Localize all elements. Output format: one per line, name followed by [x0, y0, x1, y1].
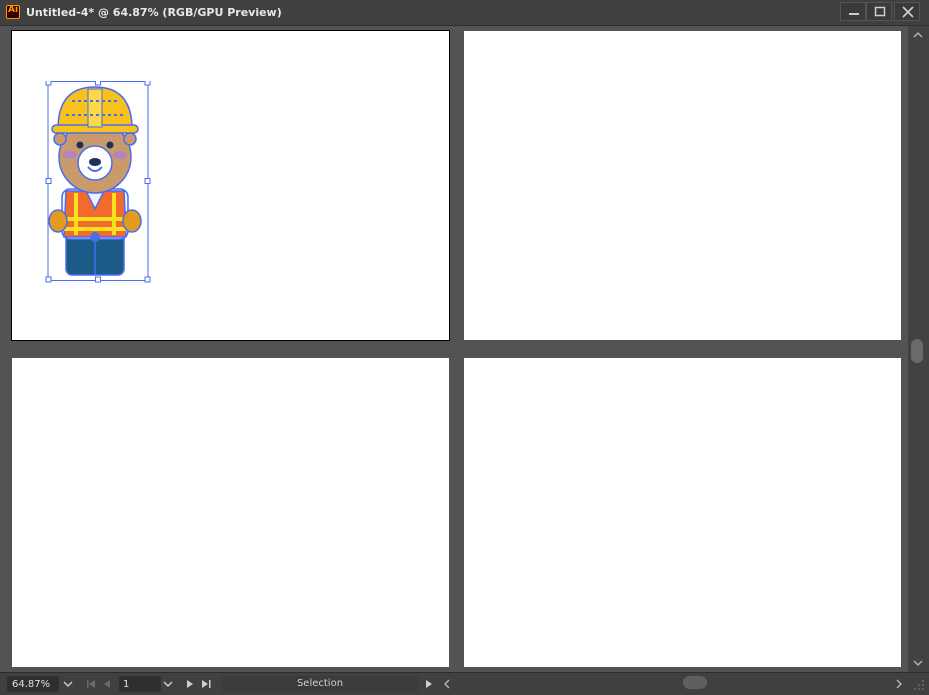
vertical-scrollbar[interactable] — [908, 26, 929, 672]
previous-artboard-icon[interactable] — [101, 677, 113, 691]
close-icon — [902, 6, 914, 18]
artboard-3[interactable] — [12, 358, 449, 667]
artboard-number-field[interactable]: 1 — [119, 676, 161, 692]
zoom-level-field[interactable]: 64.87% — [7, 676, 59, 692]
next-artboard-icon[interactable] — [184, 677, 196, 691]
title-bar[interactable]: Ai Untitled-4* @ 64.87% (RGB/GPU Preview… — [0, 0, 929, 26]
vertical-scroll-thumb[interactable] — [911, 339, 923, 363]
status-menu-arrow-icon[interactable] — [423, 677, 435, 691]
maximize-button[interactable] — [866, 2, 892, 21]
artboard-2[interactable] — [464, 31, 901, 340]
scroll-right-icon[interactable] — [894, 678, 904, 690]
scroll-left-icon[interactable] — [442, 678, 452, 690]
minimize-icon — [849, 13, 859, 15]
illustrator-document-window: Ai Untitled-4* @ 64.87% (RGB/GPU Preview… — [0, 0, 929, 695]
current-tool-status[interactable]: Selection — [222, 676, 418, 692]
horizontal-scroll-thumb[interactable] — [683, 676, 707, 689]
construction-worker-illustration[interactable] — [44, 81, 184, 291]
first-artboard-icon[interactable] — [85, 677, 97, 691]
artboard-4[interactable] — [464, 358, 901, 667]
maximize-icon — [874, 6, 886, 17]
last-artboard-icon[interactable] — [200, 677, 212, 691]
scroll-down-icon[interactable] — [912, 658, 924, 668]
close-button[interactable] — [894, 2, 920, 21]
resize-grip-icon[interactable] — [913, 679, 925, 691]
artboard-1[interactable] — [11, 30, 450, 341]
status-bar: 64.87% 1 Selection — [0, 672, 929, 695]
canvas-area[interactable] — [0, 26, 908, 672]
illustrator-app-icon: Ai — [6, 5, 20, 19]
scroll-up-icon[interactable] — [912, 30, 924, 40]
window-title: Untitled-4* @ 64.87% (RGB/GPU Preview) — [26, 6, 282, 19]
artboard-dropdown-chevron-down-icon[interactable] — [160, 676, 176, 692]
minimize-button[interactable] — [840, 2, 866, 21]
horizontal-scrollbar[interactable] — [440, 673, 908, 695]
zoom-dropdown-chevron-down-icon[interactable] — [60, 676, 76, 692]
